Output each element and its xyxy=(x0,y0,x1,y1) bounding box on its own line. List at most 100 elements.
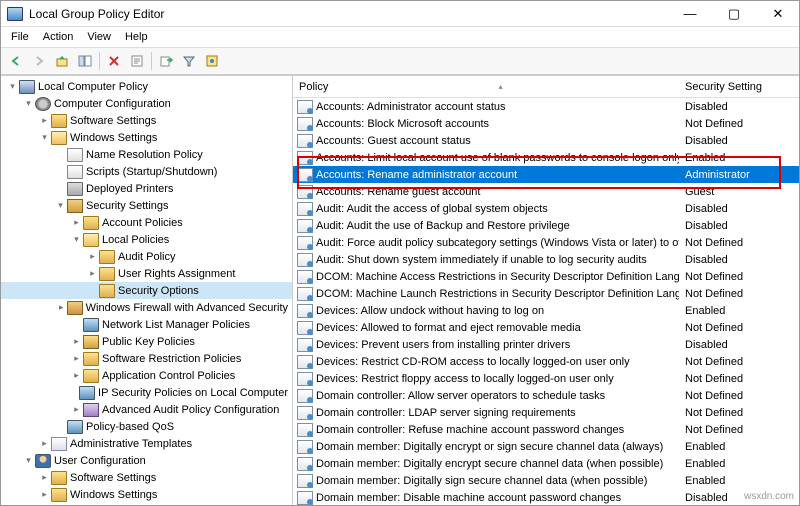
tree-item[interactable]: ▸Administrative Templates xyxy=(1,503,292,505)
up-button[interactable] xyxy=(51,50,73,72)
policy-row[interactable]: Accounts: Guest account statusDisabled xyxy=(293,132,799,149)
collapse-icon[interactable]: ▾ xyxy=(23,455,34,466)
policy-setting: Enabled xyxy=(679,458,799,470)
collapse-icon[interactable]: ▾ xyxy=(55,200,66,211)
tree-panel[interactable]: ▾Local Computer Policy▾Computer Configur… xyxy=(1,76,293,505)
policy-row[interactable]: Audit: Shut down system immediately if u… xyxy=(293,251,799,268)
tree-item[interactable]: ▸Advanced Audit Policy Configuration xyxy=(1,401,292,418)
policy-row[interactable]: Domain member: Digitally encrypt or sign… xyxy=(293,438,799,455)
policy-row[interactable]: DCOM: Machine Access Restrictions in Sec… xyxy=(293,268,799,285)
header-security-setting[interactable]: Security Setting xyxy=(679,81,799,93)
policy-icon xyxy=(297,491,313,505)
policy-icon xyxy=(297,100,313,114)
header-policy[interactable]: Policy▴ xyxy=(293,81,679,93)
policy-row[interactable]: Devices: Restrict CD-ROM access to local… xyxy=(293,353,799,370)
policy-setting: Not Defined xyxy=(679,424,799,436)
policy-row[interactable]: Devices: Restrict floppy access to local… xyxy=(293,370,799,387)
policy-row[interactable]: Accounts: Block Microsoft accountsNot De… xyxy=(293,115,799,132)
menu-action[interactable]: Action xyxy=(37,29,80,45)
maximize-button[interactable]: ▢ xyxy=(719,4,749,24)
tree-item[interactable]: ▸Software Restriction Policies xyxy=(1,350,292,367)
tree-item[interactable]: ▸Windows Firewall with Advanced Security xyxy=(1,299,292,316)
tree-item[interactable]: ▾Security Settings xyxy=(1,197,292,214)
expand-icon[interactable]: ▸ xyxy=(71,217,82,228)
collapse-icon[interactable]: ▾ xyxy=(23,98,34,109)
tree-item[interactable]: ▸Software Settings xyxy=(1,469,292,486)
tree-item[interactable]: ▸Software Settings xyxy=(1,112,292,129)
collapse-icon[interactable]: ▾ xyxy=(7,81,18,92)
policy-row[interactable]: Devices: Allowed to format and eject rem… xyxy=(293,319,799,336)
tree-item[interactable]: ▾Windows Settings xyxy=(1,129,292,146)
tree-item[interactable]: ▸Administrative Templates xyxy=(1,435,292,452)
policy-row[interactable]: Domain member: Disable machine account p… xyxy=(293,489,799,505)
policy-row[interactable]: Domain controller: Allow server operator… xyxy=(293,387,799,404)
policy-row[interactable]: Accounts: Rename guest accountGuest xyxy=(293,183,799,200)
tree-item[interactable]: Network List Manager Policies xyxy=(1,316,292,333)
tree-item-label: User Rights Assignment xyxy=(118,268,235,280)
tree-item[interactable]: ▾User Configuration xyxy=(1,452,292,469)
tree-item[interactable]: ▾ Local Policies xyxy=(1,231,292,248)
tree-item[interactable]: Security Options xyxy=(1,282,292,299)
expand-icon[interactable]: ▸ xyxy=(39,489,50,500)
tree-item[interactable]: Scripts (Startup/Shutdown) xyxy=(1,163,292,180)
list-body[interactable]: Accounts: Administrator account statusDi… xyxy=(293,98,799,505)
policy-row[interactable]: Domain controller: Refuse machine accoun… xyxy=(293,421,799,438)
toolbar-separator xyxy=(99,52,100,70)
expand-icon[interactable]: ▸ xyxy=(57,302,66,313)
tree-item[interactable]: ▸ User Rights Assignment xyxy=(1,265,292,282)
tree-item[interactable]: Deployed Printers xyxy=(1,180,292,197)
collapse-icon[interactable]: ▾ xyxy=(71,234,82,245)
tree-item[interactable]: ▾Computer Configuration xyxy=(1,95,292,112)
tree-item[interactable]: ▸Application Control Policies xyxy=(1,367,292,384)
minimize-button[interactable]: — xyxy=(675,4,705,24)
tree-item[interactable]: Name Resolution Policy xyxy=(1,146,292,163)
menu-help[interactable]: Help xyxy=(119,29,154,45)
policy-icon xyxy=(297,219,313,233)
policy-icon xyxy=(297,236,313,250)
tree-item-label: Local Policies xyxy=(102,234,169,246)
policy-row[interactable]: Audit: Audit the access of global system… xyxy=(293,200,799,217)
tree-item[interactable]: IP Security Policies on Local Computer xyxy=(1,384,292,401)
policy-row[interactable]: Domain member: Digitally sign secure cha… xyxy=(293,472,799,489)
tree-item[interactable]: ▸Public Key Policies xyxy=(1,333,292,350)
policy-row[interactable]: Accounts: Administrator account statusDi… xyxy=(293,98,799,115)
expand-icon[interactable]: ▸ xyxy=(87,251,98,262)
properties-button[interactable] xyxy=(126,50,148,72)
expand-icon[interactable]: ▸ xyxy=(39,438,50,449)
policy-row[interactable]: Devices: Prevent users from installing p… xyxy=(293,336,799,353)
expand-icon[interactable]: ▸ xyxy=(39,472,50,483)
expand-icon[interactable]: ▸ xyxy=(71,353,82,364)
tree-item[interactable]: ▸Audit Policy xyxy=(1,248,292,265)
menu-file[interactable]: File xyxy=(5,29,35,45)
tree-item[interactable]: Policy-based QoS xyxy=(1,418,292,435)
tree-item[interactable]: ▸Windows Settings xyxy=(1,486,292,503)
policy-name: DCOM: Machine Launch Restrictions in Sec… xyxy=(316,288,679,300)
menu-view[interactable]: View xyxy=(81,29,117,45)
close-button[interactable]: ✕ xyxy=(763,4,793,24)
policy-row[interactable]: Domain controller: LDAP server signing r… xyxy=(293,404,799,421)
policy-setting: Not Defined xyxy=(679,373,799,385)
expand-icon[interactable]: ▸ xyxy=(71,336,82,347)
collapse-icon[interactable]: ▾ xyxy=(39,132,50,143)
policy-row[interactable]: Domain member: Digitally encrypt secure … xyxy=(293,455,799,472)
policy-row[interactable]: Audit: Force audit policy subcategory se… xyxy=(293,234,799,251)
tree-item[interactable]: ▸Account Policies xyxy=(1,214,292,231)
expand-icon[interactable]: ▸ xyxy=(71,404,82,415)
policy-row[interactable]: Accounts: Rename administrator accountAd… xyxy=(293,166,799,183)
show-hide-tree-button[interactable] xyxy=(74,50,96,72)
expand-icon[interactable]: ▸ xyxy=(39,115,50,126)
expand-icon[interactable]: ▸ xyxy=(71,370,82,381)
fire-icon xyxy=(67,301,83,315)
policy-row[interactable]: Audit: Audit the use of Backup and Resto… xyxy=(293,217,799,234)
policy-row[interactable]: Accounts: Limit local account use of bla… xyxy=(293,149,799,166)
export-button[interactable] xyxy=(155,50,177,72)
refresh-button[interactable] xyxy=(201,50,223,72)
delete-button[interactable] xyxy=(103,50,125,72)
back-button[interactable] xyxy=(5,50,27,72)
filter-button[interactable] xyxy=(178,50,200,72)
forward-button[interactable] xyxy=(28,50,50,72)
tree-item[interactable]: ▾Local Computer Policy xyxy=(1,78,292,95)
policy-row[interactable]: Devices: Allow undock without having to … xyxy=(293,302,799,319)
policy-row[interactable]: DCOM: Machine Launch Restrictions in Sec… xyxy=(293,285,799,302)
expand-icon[interactable]: ▸ xyxy=(87,268,98,279)
